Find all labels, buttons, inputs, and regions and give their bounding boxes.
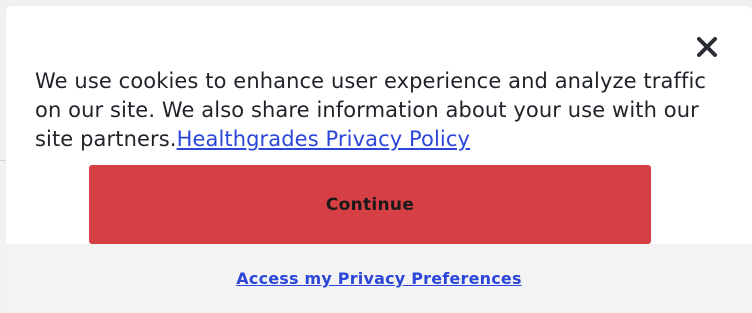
continue-button[interactable]: Continue [89,165,651,244]
privacy-policy-link[interactable]: Healthgrades Privacy Policy [177,127,470,151]
continue-button-label: Continue [325,194,415,215]
close-button[interactable] [692,32,722,62]
close-icon [697,37,717,57]
privacy-preferences-link[interactable]: Access my Privacy Preferences [6,269,752,288]
cookie-message: We use cookies to enhance user experienc… [35,67,715,154]
cookie-consent-banner: We use cookies to enhance user experienc… [6,6,752,313]
preferences-footer: Access my Privacy Preferences [6,244,752,313]
page-background: We use cookies to enhance user experienc… [0,0,752,313]
